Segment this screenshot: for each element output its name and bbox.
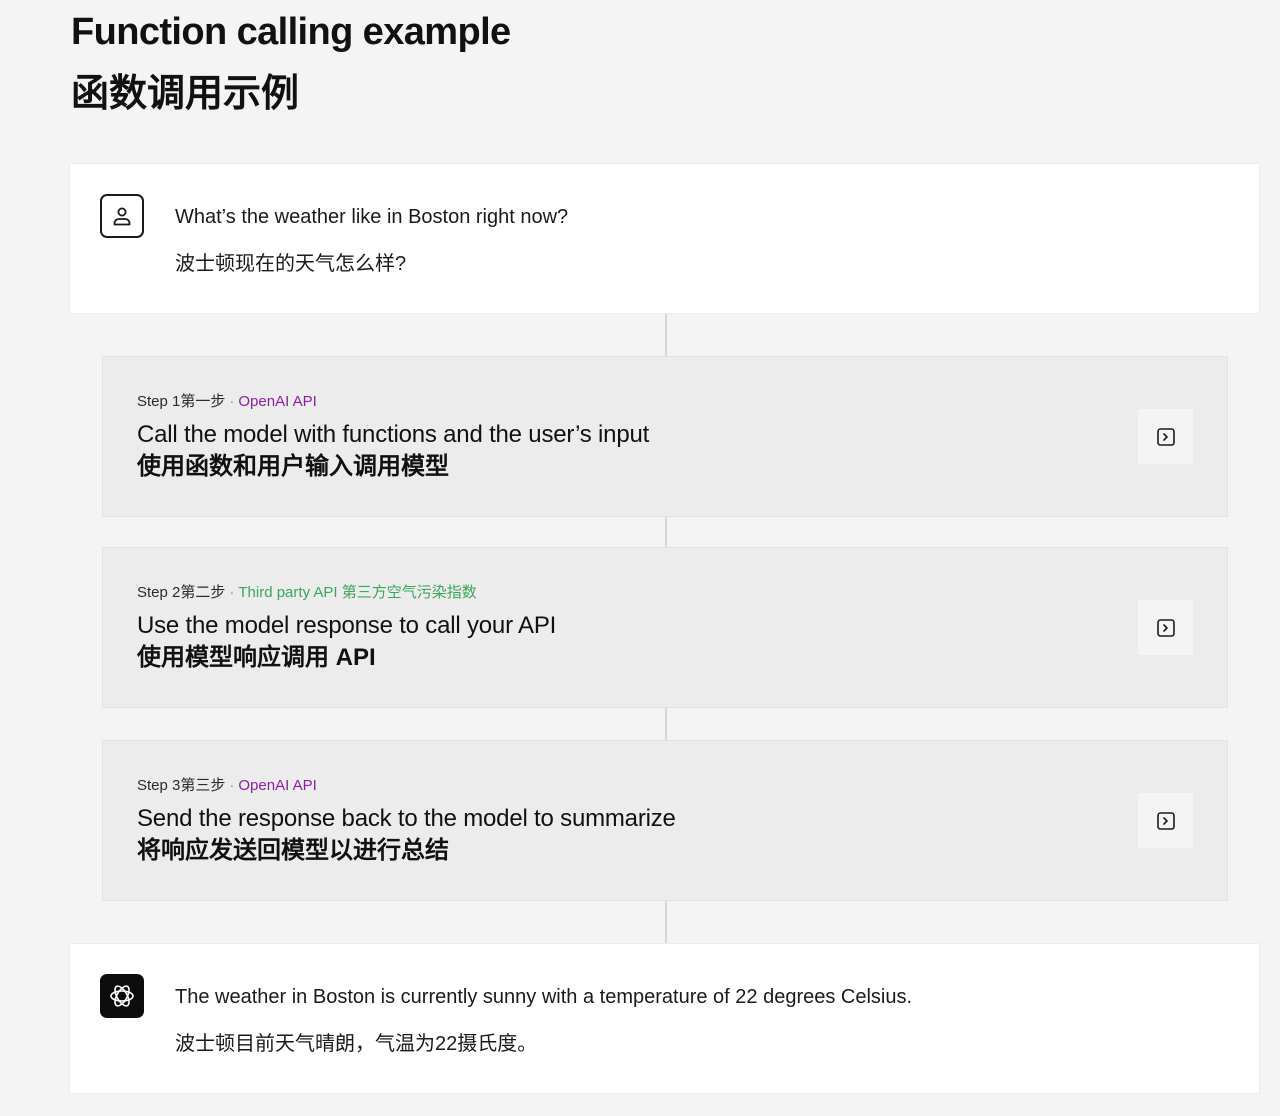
view-code-button[interactable] bbox=[1138, 600, 1193, 655]
view-code-button[interactable] bbox=[1138, 409, 1193, 464]
page-title-chinese: 函数调用示例 bbox=[71, 73, 300, 115]
terminal-icon bbox=[1156, 618, 1175, 637]
api-label: OpenAI API bbox=[238, 777, 317, 794]
api-label: OpenAI API bbox=[238, 393, 317, 410]
step-heading-chinese: 使用函数和用户输入调用模型 bbox=[137, 453, 449, 480]
terminal-icon bbox=[1156, 811, 1175, 830]
step-heading: Send the response back to the model to s… bbox=[137, 805, 676, 832]
meta-separator: · bbox=[229, 584, 235, 601]
openai-logo-icon bbox=[100, 974, 144, 1018]
assistant-message-text-chinese: 波士顿目前天气晴朗，气温为22摄氏度。 bbox=[175, 1033, 538, 1055]
view-code-button[interactable] bbox=[1138, 793, 1193, 848]
step-heading-chinese: 使用模型响应调用 API bbox=[137, 644, 376, 671]
meta-separator: · bbox=[229, 393, 235, 410]
assistant-message-card: The weather in Boston is currently sunny… bbox=[70, 944, 1259, 1093]
flow-connector bbox=[665, 313, 667, 357]
step-heading: Use the model response to call your API bbox=[137, 612, 557, 639]
step-card-3: Step 3第三步 · OpenAI API Send the response b… bbox=[103, 741, 1227, 900]
flow-connector bbox=[665, 708, 667, 741]
assistant-message-text: The weather in Boston is currently sunny… bbox=[175, 986, 913, 1008]
step-heading: Call the model with functions and the us… bbox=[137, 421, 650, 448]
function-calling-diagram-page: Function calling example 函数调用示例 What’s t… bbox=[0, 0, 1280, 1116]
step-label: Step 2第二步 bbox=[137, 584, 226, 601]
meta-separator: · bbox=[229, 777, 235, 794]
step-heading-chinese: 将响应发送回模型以进行总结 bbox=[137, 837, 449, 864]
user-message-card: What’s the weather like in Boston right … bbox=[70, 164, 1259, 313]
step-card-2: Step 2第二步 · Third party API 第三方空气污染指数 Use … bbox=[103, 548, 1227, 707]
step-label: Step 3第三步 bbox=[137, 777, 226, 794]
user-icon bbox=[100, 194, 144, 238]
flow-connector bbox=[665, 516, 667, 548]
page-title: Function calling example bbox=[71, 11, 511, 53]
terminal-icon bbox=[1156, 427, 1175, 446]
user-message-text-chinese: 波士顿现在的天气怎么样? bbox=[175, 253, 407, 275]
step-label: Step 1第一步 bbox=[137, 393, 226, 410]
user-message-text: What’s the weather like in Boston right … bbox=[175, 206, 569, 228]
api-label: Third party API 第三方空气污染指数 bbox=[238, 584, 477, 601]
step-meta: Step 3第三步 · OpenAI API bbox=[137, 776, 317, 796]
flow-connector bbox=[665, 900, 667, 944]
step-card-1: Step 1第一步 · OpenAI API Call the model with… bbox=[103, 357, 1227, 516]
step-meta: Step 2第二步 · Third party API 第三方空气污染指数 bbox=[137, 583, 477, 603]
step-meta: Step 1第一步 · OpenAI API bbox=[137, 392, 317, 412]
